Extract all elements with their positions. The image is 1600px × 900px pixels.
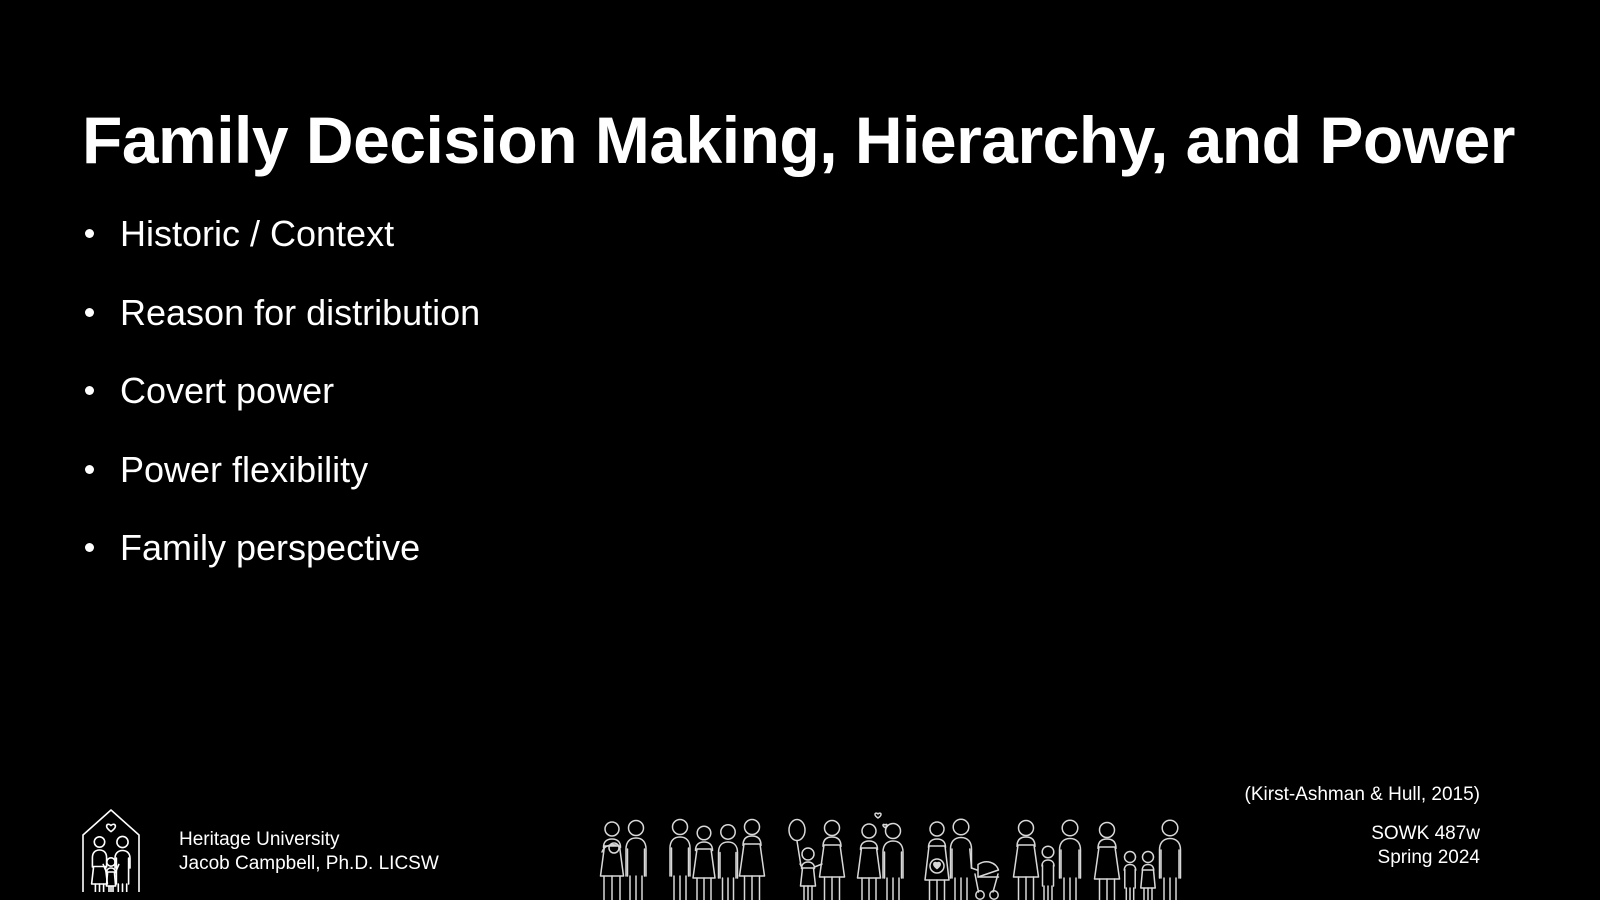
presenter-name: Jacob Campbell, Ph.D. LICSW [179, 853, 439, 874]
course-code: SOWK 487w [1371, 823, 1480, 844]
list-item: Historic / Context [80, 212, 980, 291]
bullet-dot-icon [85, 307, 94, 317]
citation-text: (Kirst-Ashman & Hull, 2015) [1244, 784, 1480, 805]
institution-name: Heritage University [179, 829, 340, 850]
term-label: Spring 2024 [1377, 847, 1480, 868]
presentation-slide: Family Decision Making, Hierarchy, and P… [0, 0, 1600, 900]
family-pictogram-row-icon [592, 804, 1188, 900]
list-item-label: Reason for distribution [120, 291, 481, 333]
list-item: Covert power [80, 369, 980, 448]
footer-left-text: Heritage University Jacob Campbell, Ph.D… [179, 828, 439, 876]
list-item: Reason for distribution [80, 291, 980, 370]
list-item-label: Historic / Context [120, 213, 395, 254]
list-item-label: Family perspective [120, 527, 421, 568]
course-info: SOWK 487w Spring 2024 [1371, 822, 1480, 870]
list-item: Power flexibility [80, 448, 980, 527]
house-family-logo-icon [80, 806, 142, 893]
bullet-dot-icon [85, 464, 94, 474]
list-item-label: Covert power [120, 370, 335, 411]
page-title: Family Decision Making, Hierarchy, and P… [82, 103, 1515, 178]
bullet-list: Historic / Context Reason for distributi… [80, 212, 980, 605]
bullet-dot-icon [85, 229, 94, 238]
list-item: Family perspective [80, 526, 980, 605]
bullet-dot-icon [85, 386, 94, 395]
bullet-dot-icon [85, 543, 94, 552]
list-item-label: Power flexibility [120, 448, 369, 490]
